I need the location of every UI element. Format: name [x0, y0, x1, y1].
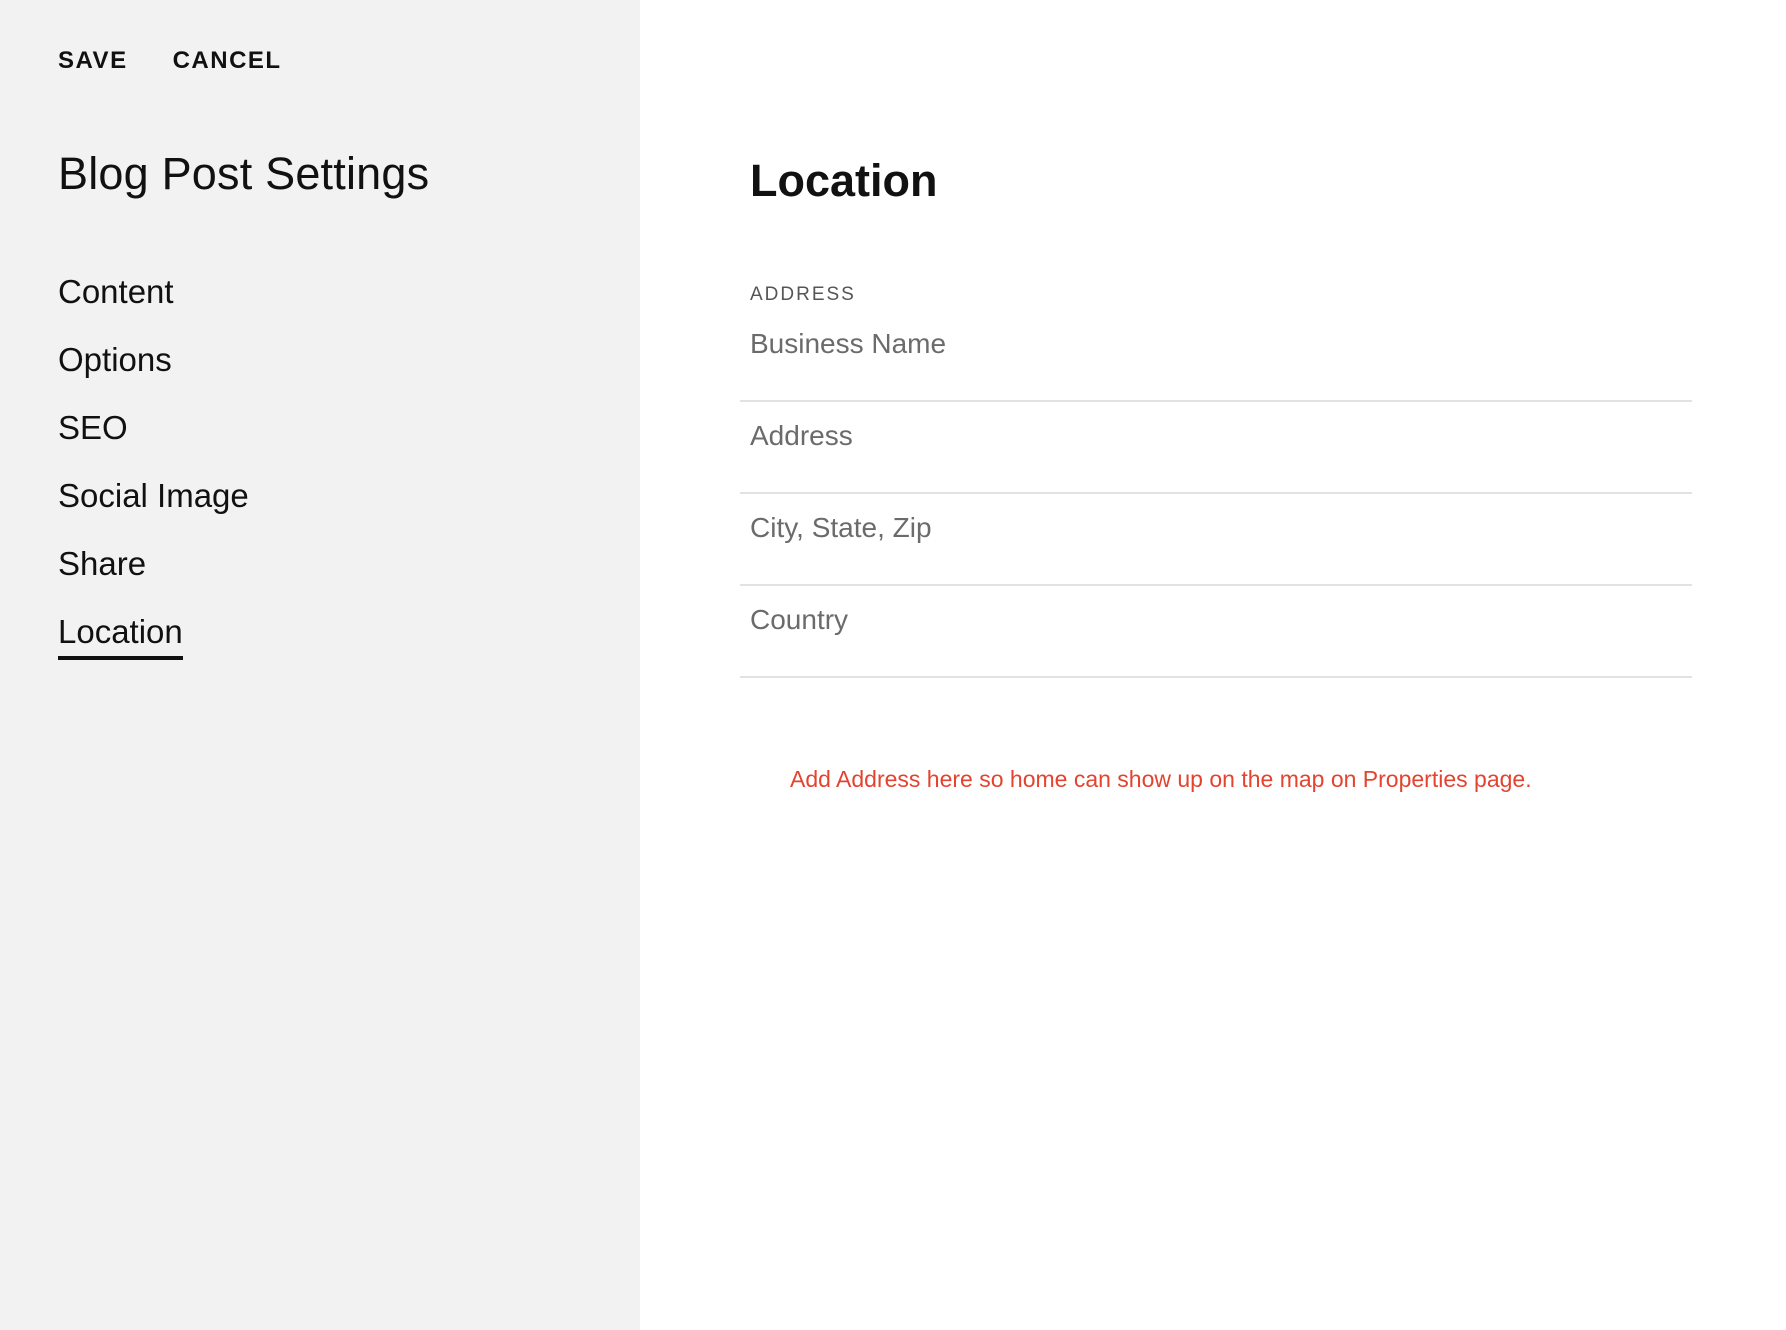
- country-field-row: [740, 586, 1692, 678]
- business-name-input[interactable]: [740, 328, 1692, 360]
- settings-sidebar: SAVE CANCEL Blog Post Settings Content O…: [0, 0, 640, 1330]
- sidebar-item-share[interactable]: Share: [58, 542, 249, 610]
- sidebar-toolbar: SAVE CANCEL: [58, 47, 282, 75]
- sidebar-item-seo[interactable]: SEO: [58, 406, 249, 474]
- city-state-zip-field-row: [740, 494, 1692, 586]
- sidebar-item-options[interactable]: Options: [58, 338, 249, 406]
- cancel-button[interactable]: CANCEL: [173, 47, 282, 75]
- city-state-zip-input[interactable]: [740, 512, 1692, 544]
- page-title: Location: [750, 155, 938, 206]
- address-section-label: ADDRESS: [750, 284, 856, 305]
- sidebar-item-location[interactable]: Location: [58, 610, 249, 678]
- country-input[interactable]: [740, 604, 1692, 636]
- address-note: Add Address here so home can show up on …: [790, 766, 1532, 792]
- sidebar-item-label[interactable]: Share: [58, 542, 146, 586]
- sidebar-item-label[interactable]: Social Image: [58, 474, 249, 518]
- sidebar-item-label[interactable]: SEO: [58, 406, 128, 450]
- settings-nav: Content Options SEO Social Image Share L…: [58, 270, 249, 678]
- sidebar-item-label[interactable]: Location: [58, 610, 183, 660]
- sidebar-title: Blog Post Settings: [58, 148, 430, 199]
- address-input[interactable]: [740, 420, 1692, 452]
- sidebar-item-social-image[interactable]: Social Image: [58, 474, 249, 542]
- business-name-field-row: [740, 310, 1692, 402]
- address-field-row: [740, 402, 1692, 494]
- save-button[interactable]: SAVE: [58, 47, 128, 75]
- address-fields: [740, 310, 1692, 678]
- sidebar-item-label[interactable]: Options: [58, 338, 172, 382]
- sidebar-item-label[interactable]: Content: [58, 270, 174, 314]
- sidebar-item-content[interactable]: Content: [58, 270, 249, 338]
- location-panel: Location ADDRESS Add Address here so hom…: [740, 0, 1700, 1330]
